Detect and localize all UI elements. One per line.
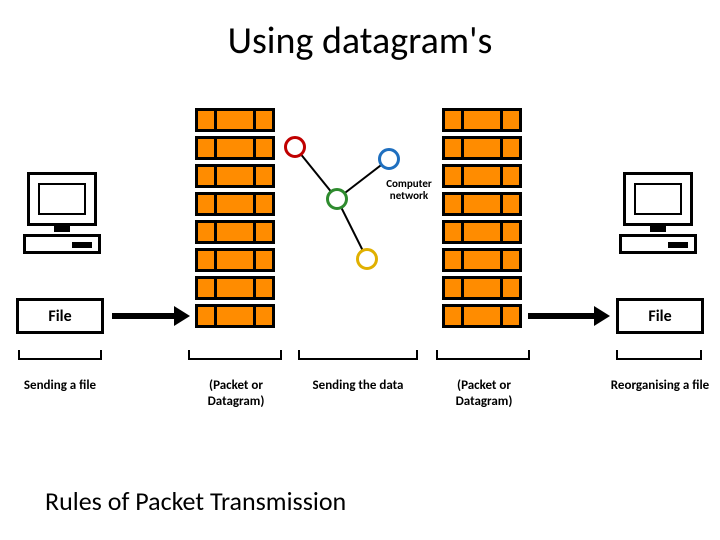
- brace: [18, 352, 102, 360]
- caption-packet-left: (Packet or Datagram): [182, 378, 290, 409]
- packet: [195, 108, 275, 132]
- network-diagram: Computer network: [280, 130, 440, 280]
- monitor-icon: [27, 172, 97, 226]
- packet: [442, 304, 522, 328]
- packet: [442, 220, 522, 244]
- packet: [442, 192, 522, 216]
- computer-right: [618, 172, 698, 272]
- network-node-yellow: [356, 248, 378, 270]
- packet: [195, 220, 275, 244]
- packet-stack-left: [195, 108, 275, 332]
- network-node-green: [326, 188, 348, 210]
- packet: [195, 192, 275, 216]
- packet: [442, 136, 522, 160]
- network-label: Computer network: [374, 178, 444, 202]
- packet: [442, 108, 522, 132]
- packet: [195, 276, 275, 300]
- brace: [616, 352, 702, 360]
- page-title: Using datagram's: [0, 18, 720, 64]
- packet: [195, 304, 275, 328]
- packet: [442, 276, 522, 300]
- monitor-icon: [623, 172, 693, 226]
- caption-sending-file: Sending a file: [12, 378, 108, 394]
- subtitle: Rules of Packet Transmission: [45, 485, 346, 517]
- network-node-blue: [378, 148, 400, 170]
- caption-reorganising: Reorganising a file: [608, 378, 712, 394]
- network-node-red: [284, 136, 306, 158]
- file-box-right: File: [616, 298, 704, 334]
- computer-left: [22, 172, 102, 272]
- brace: [436, 352, 530, 360]
- packet: [195, 164, 275, 188]
- caption-packet-right: (Packet or Datagram): [430, 378, 538, 409]
- monitor-stand: [54, 226, 70, 232]
- monitor-stand: [650, 226, 666, 232]
- packet: [442, 248, 522, 272]
- packet-stack-right: [442, 108, 522, 332]
- computer-case: [619, 234, 697, 254]
- brace: [298, 352, 418, 360]
- packet: [442, 164, 522, 188]
- packet: [195, 136, 275, 160]
- computer-case: [23, 234, 101, 254]
- packet: [195, 248, 275, 272]
- brace: [188, 352, 282, 360]
- caption-sending-data: Sending the data: [292, 378, 424, 394]
- file-box-left: File: [16, 298, 104, 334]
